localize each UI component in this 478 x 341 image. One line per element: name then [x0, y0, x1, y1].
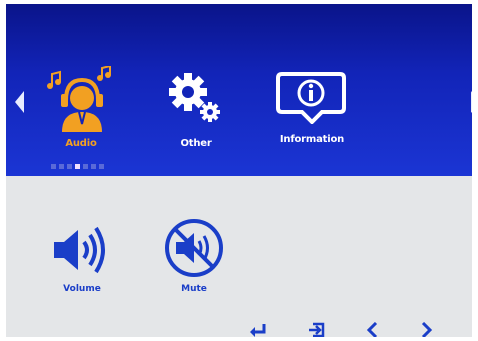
menu-item-information[interactable]: Information: [264, 72, 360, 145]
osd-screen: Audio Other Information Volume Mute: [6, 4, 472, 337]
volume-option[interactable]: Volume: [46, 222, 118, 294]
page-dot: [91, 164, 96, 169]
enter-button[interactable]: [248, 322, 268, 337]
left-chevron-icon: [366, 322, 378, 337]
menu-scroll-right-arrow-icon[interactable]: [471, 91, 472, 113]
mute-label: Mute: [181, 284, 207, 294]
info-bubble-icon: [276, 72, 346, 125]
menu-item-information-label: Information: [279, 134, 345, 145]
menu-item-other-label: Other: [180, 138, 212, 149]
menu-scroll-left-arrow-icon[interactable]: [15, 91, 24, 113]
menu-item-other[interactable]: Other: [156, 70, 236, 149]
speaker-volume-icon: [54, 226, 105, 274]
right-button[interactable]: [416, 322, 436, 337]
page-indicator: [51, 164, 104, 170]
page-dot: [51, 164, 56, 169]
menu-item-audio-label: Audio: [65, 138, 97, 149]
menu-item-audio[interactable]: Audio: [46, 64, 116, 149]
main-menu-panel: Audio Other Information: [6, 4, 472, 176]
exit-icon: [309, 322, 325, 337]
exit-button[interactable]: [307, 322, 327, 337]
headset-person-icon: [47, 64, 111, 132]
mute-option[interactable]: Mute: [158, 218, 230, 294]
page-dot: [67, 164, 72, 169]
left-button[interactable]: [363, 322, 383, 337]
enter-icon: [250, 324, 266, 337]
speaker-mute-icon: [165, 219, 223, 277]
volume-label: Volume: [63, 284, 101, 294]
page-dot: [59, 164, 64, 169]
gears-icon: [169, 73, 220, 122]
page-dot: [99, 164, 104, 169]
page-dot: [75, 164, 80, 169]
right-chevron-icon: [421, 322, 433, 337]
page-dot: [83, 164, 88, 169]
